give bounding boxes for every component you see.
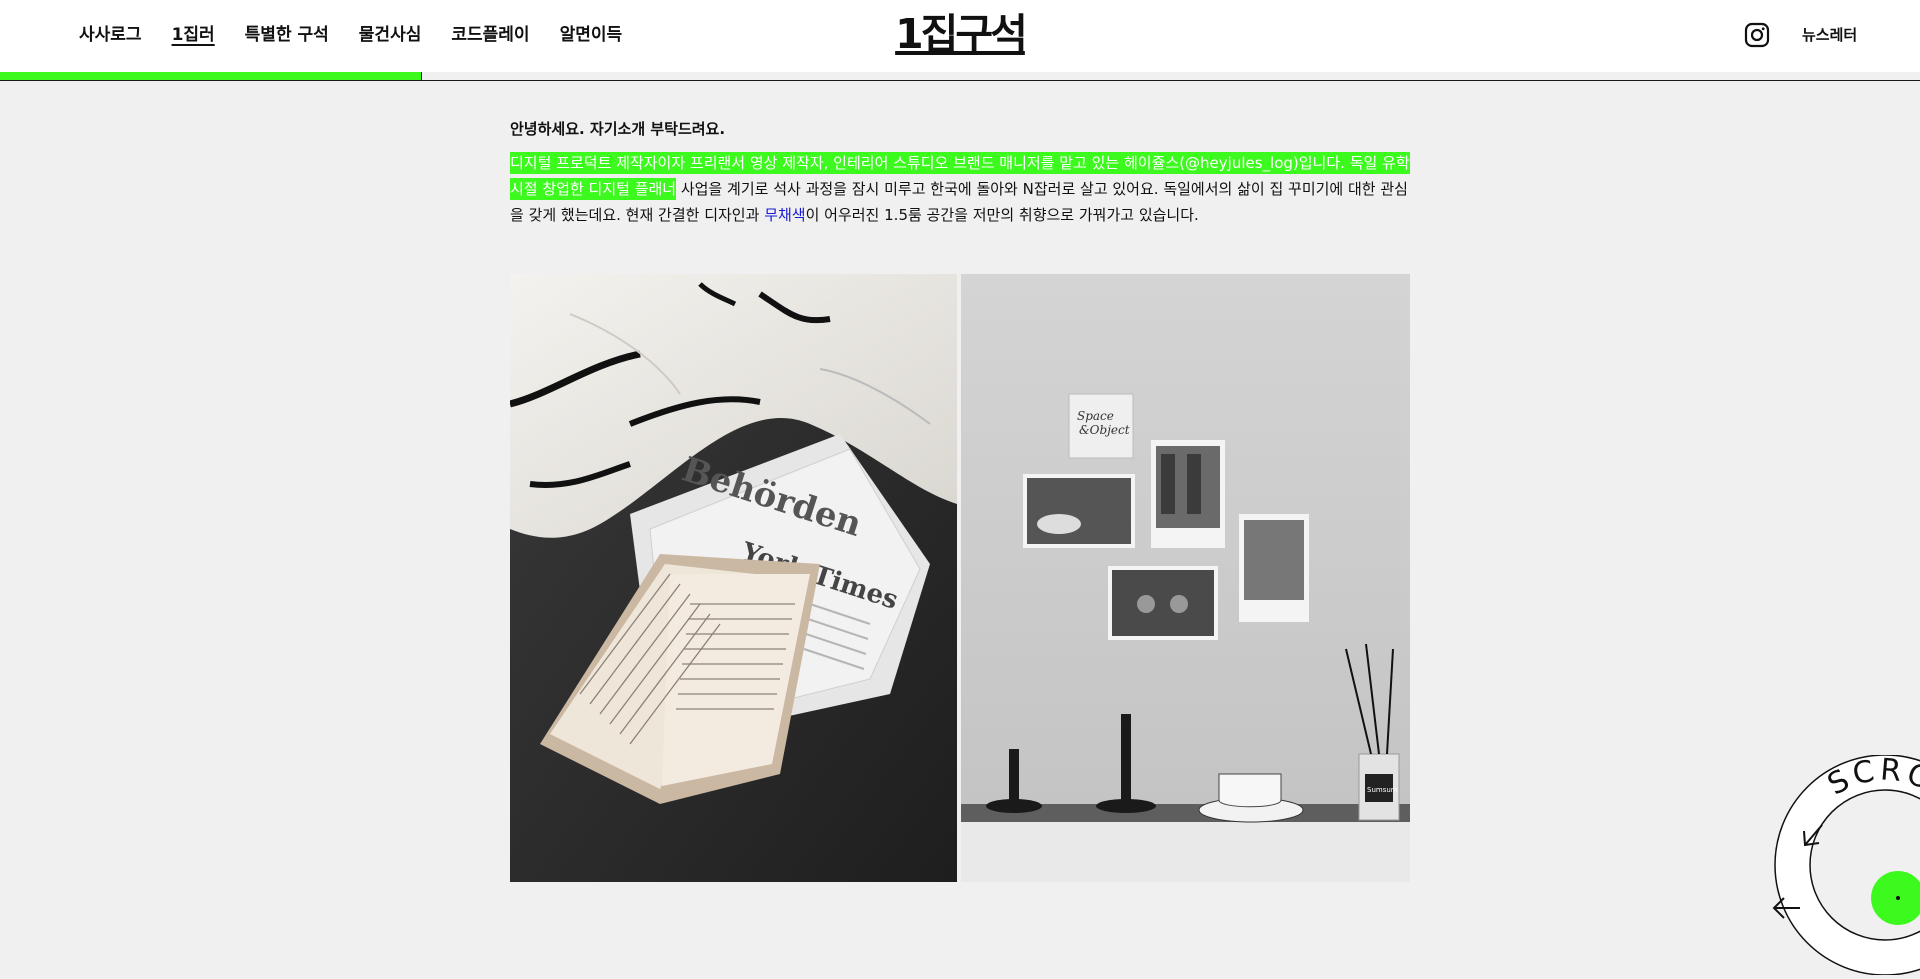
monochrome-link[interactable]: 무채색	[764, 206, 805, 224]
nav-item-codeplay[interactable]: 코드플레이	[451, 22, 529, 48]
scroll-badge[interactable]: SCROLL	[1760, 752, 1920, 976]
interview-answer: 디지털 프로덕트 제작자이자 프리랜서 영상 제작자, 인테리어 스튜디오 브랜…	[510, 150, 1410, 228]
photo-blanket-newspaper-book: Behörden York Times	[510, 274, 957, 882]
nav-item-sasalog[interactable]: 사사로그	[79, 22, 142, 48]
reading-progress-fill	[0, 72, 423, 80]
site-logo[interactable]: 1집구석	[884, 10, 1036, 58]
reading-progress-bar	[0, 72, 1920, 81]
nav-item-mulgeonsasim[interactable]: 물건사심	[359, 22, 422, 48]
nav-item-almyeonideuk[interactable]: 알면이득	[560, 22, 623, 48]
photo-wall-shelf-decor: Space &Object Sumsum	[961, 274, 1410, 882]
answer-text-part2: 이 어우러진 1.5룸 공간을 저만의 취향으로 가꿔가고 있습니다.	[805, 206, 1199, 224]
card-text-line1: Space	[1077, 409, 1114, 423]
instagram-icon[interactable]	[1744, 22, 1770, 48]
bottle-label: Sumsum	[1367, 786, 1398, 794]
nav-item-special-corner[interactable]: 특별한 구석	[245, 22, 329, 48]
nav-item-1jipler[interactable]: 1집러	[172, 22, 215, 48]
newsletter-link[interactable]: 뉴스레터	[1802, 23, 1857, 47]
photo-pair: Behörden York Times Space &Object Sumsum	[510, 274, 1410, 882]
card-text-line2: &Object	[1079, 423, 1130, 437]
main-nav: 사사로그 1집러 특별한 구석 물건사심 코드플레이 알면이득	[79, 22, 652, 48]
interview-question: 안녕하세요. 자기소개 부탁드려요.	[510, 120, 726, 138]
site-header: 사사로그 1집러 특별한 구석 물건사심 코드플레이 알면이득 1집구석 뉴스레…	[0, 0, 1920, 73]
article-body: 안녕하세요. 자기소개 부탁드려요. 디지털 프로덕트 제작자이자 프리랜서 영…	[510, 118, 1410, 228]
